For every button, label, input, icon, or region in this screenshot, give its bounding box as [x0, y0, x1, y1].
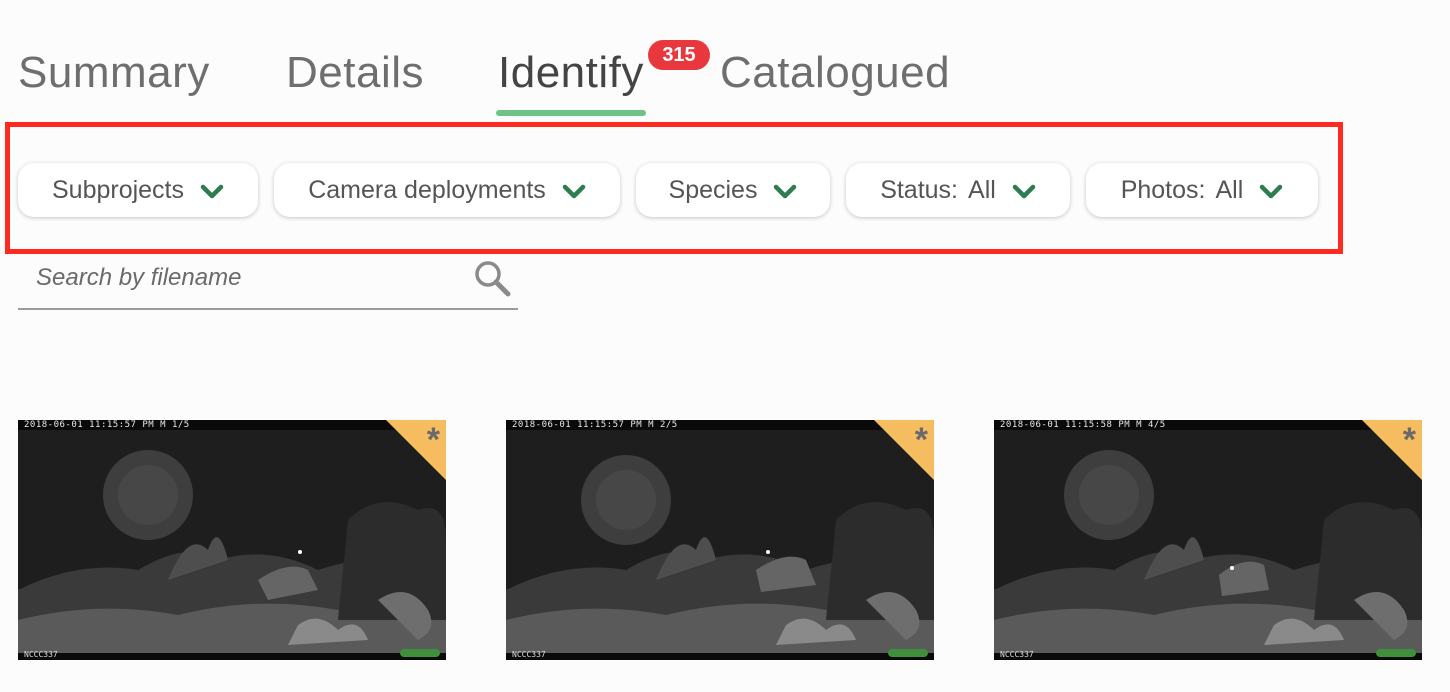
photo-camera-id: NCCC337 — [512, 650, 546, 659]
status-filter-value: All — [968, 175, 996, 204]
unidentified-flag: * — [386, 420, 446, 480]
active-tab-indicator — [496, 110, 646, 116]
chevron-down-icon — [562, 184, 586, 199]
camera-brand-logo — [888, 649, 928, 657]
filename-search — [18, 256, 518, 310]
search-icon[interactable] — [472, 258, 512, 298]
tab-identify[interactable]: Identify — [496, 48, 646, 116]
photo-timestamp: 2018-06-01 11:15:58 PM M 4/5 — [1000, 420, 1166, 430]
photo-camera-id: NCCC337 — [1000, 650, 1034, 659]
camera-brand-logo — [1376, 649, 1416, 657]
photo-thumbnail[interactable]: 2018-06-01 11:15:57 PM M 2/5 NCCC337 * — [506, 420, 934, 660]
photos-filter-value: All — [1215, 175, 1244, 204]
tab-catalogued[interactable]: Catalogued — [720, 48, 950, 98]
status-filter[interactable]: Status: All — [846, 163, 1070, 217]
subprojects-filter-label: Subprojects — [51, 175, 185, 204]
status-filter-label: Status: — [880, 175, 959, 204]
photos-filter-label: Photos: — [1120, 175, 1206, 204]
identify-count-badge: 315 — [648, 40, 710, 70]
chevron-down-icon — [774, 184, 797, 199]
photo-marker: * — [1402, 421, 1416, 459]
tab-summary[interactable]: Summary — [18, 48, 210, 98]
unidentified-flag: * — [1362, 420, 1422, 480]
camera-deployments-filter[interactable]: Camera deployments — [274, 163, 620, 217]
unidentified-flag: * — [874, 420, 934, 480]
tab-identify-label: Identify — [498, 48, 644, 97]
species-filter[interactable]: Species — [636, 163, 830, 217]
page: Summary Details Identify 315 Catalogued … — [0, 0, 1450, 692]
chevron-down-icon — [200, 184, 224, 199]
photo-marker: * — [426, 421, 440, 459]
tab-details[interactable]: Details — [286, 48, 424, 98]
camera-trap-image — [18, 420, 446, 660]
photo-camera-id: NCCC337 — [24, 650, 58, 659]
photo-timestamp: 2018-06-01 11:15:57 PM M 1/5 — [24, 420, 190, 430]
photo-marker: * — [914, 421, 928, 459]
search-input[interactable] — [18, 256, 458, 300]
camera-brand-logo — [400, 649, 440, 657]
chevron-down-icon — [1260, 184, 1283, 199]
photo-thumbnail[interactable]: 2018-06-01 11:15:58 PM M 4/5 NCCC337 * — [994, 420, 1422, 660]
camera-trap-image — [994, 420, 1422, 660]
camera-deployments-filter-label: Camera deployments — [308, 175, 546, 204]
subprojects-filter[interactable]: Subprojects — [18, 163, 258, 217]
photo-timestamp: 2018-06-01 11:15:57 PM M 2/5 — [512, 420, 678, 430]
photo-thumbnail[interactable]: 2018-06-01 11:15:57 PM M 1/5 NCCC337 * — [18, 420, 446, 660]
camera-trap-image — [506, 420, 934, 660]
chevron-down-icon — [1012, 184, 1036, 199]
species-filter-label: Species — [668, 175, 758, 204]
photos-filter[interactable]: Photos: All — [1086, 163, 1318, 217]
